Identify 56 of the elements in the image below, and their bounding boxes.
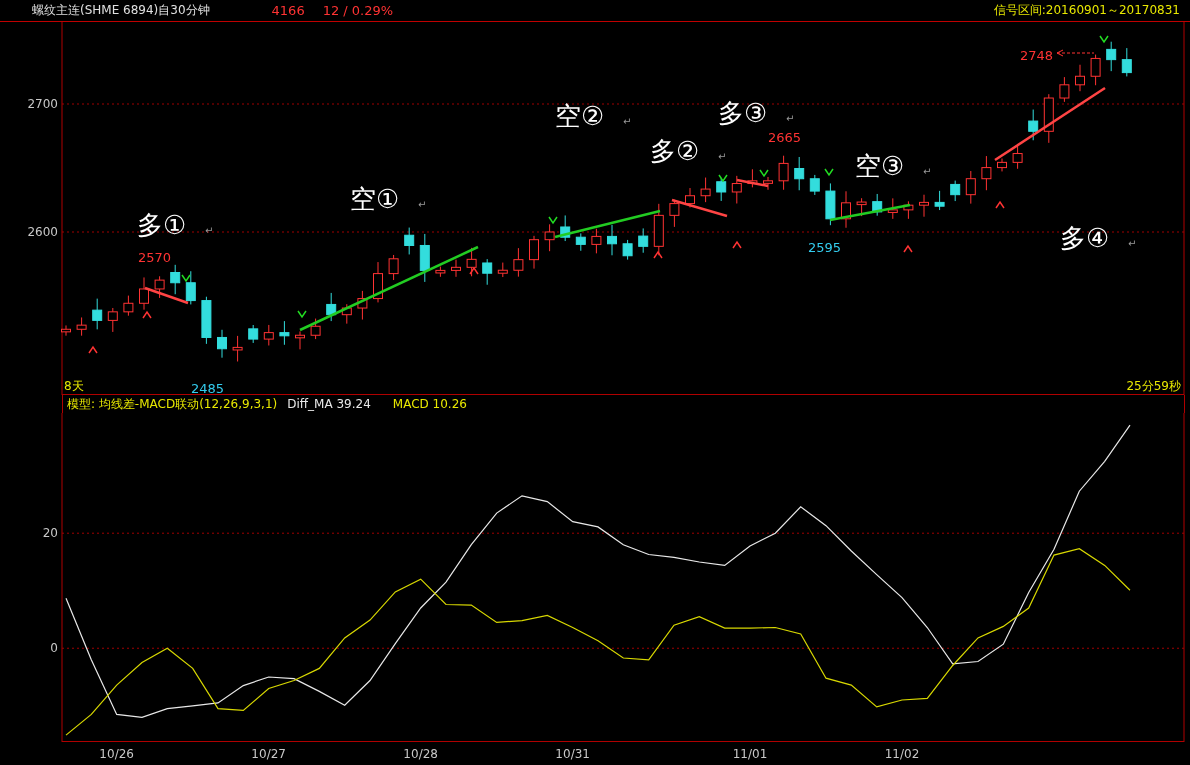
- last-price: 4166: [271, 3, 305, 18]
- caret-down-icon: [548, 216, 558, 225]
- return-mark: ↵: [718, 151, 727, 162]
- countdown-label: 25分59秒: [1126, 379, 1181, 393]
- signal-label: 多③: [718, 98, 768, 128]
- period-label: 8天: [64, 379, 84, 393]
- diff-ma-value: Diff_MA 39.24: [287, 397, 371, 411]
- caret-up-icon: [732, 240, 742, 249]
- caret-up-icon: [88, 345, 98, 354]
- signal-label: 多④: [1060, 223, 1110, 253]
- caret-down-icon: [1099, 35, 1109, 44]
- caret-down-icon: [718, 174, 728, 183]
- caret-down-icon: [297, 310, 307, 319]
- caret-down-icon: [181, 274, 191, 283]
- dashed-arrow: [1056, 49, 1095, 57]
- caret-up-icon: [995, 200, 1005, 209]
- caret-down-icon: [759, 169, 769, 178]
- price-label: 2748: [1020, 48, 1054, 63]
- trend-line: [144, 286, 189, 305]
- caret-up-icon: [469, 266, 479, 275]
- price-label: 2485: [191, 381, 225, 395]
- price-axis-label: 2700: [27, 97, 58, 111]
- return-mark: ↵: [205, 225, 214, 236]
- date-axis-label: 11/01: [732, 747, 768, 761]
- return-mark: ↵: [418, 199, 427, 210]
- price-label: 2595: [808, 240, 842, 255]
- indicator-axis-label: 0: [50, 641, 58, 656]
- trend-line: [671, 198, 728, 218]
- date-axis-label: 10/27: [251, 747, 286, 761]
- signal-label: 多②: [650, 136, 700, 166]
- return-mark: ↵: [1128, 238, 1137, 249]
- return-mark: ↵: [923, 166, 932, 177]
- macd-value: MACD 10.26: [392, 397, 467, 411]
- signal-label: 多①: [137, 210, 187, 240]
- caret-up-icon: [653, 250, 663, 259]
- signal-label: 空②: [555, 101, 605, 131]
- caret-up-icon: [142, 310, 152, 319]
- indicator-model: 模型: 均线差-MACD联动(12,26,9,3,1): [67, 395, 278, 413]
- caret-down-icon: [824, 168, 834, 177]
- signal-label: 空③: [855, 151, 905, 181]
- date-axis-label: 10/28: [403, 747, 438, 761]
- signal-label: 空①: [350, 184, 400, 214]
- price-axis-label: 2600: [27, 225, 58, 239]
- signal-range: 信号区间:20160901～20170831: [993, 2, 1180, 19]
- price-label: 2665: [768, 130, 802, 145]
- chart-title: 螺纹主连(SHME 6894)自30分钟: [32, 2, 210, 19]
- price-change: 12 / 0.29%: [322, 3, 394, 18]
- price-label: 2570: [138, 250, 172, 265]
- date-axis-label: 11/02: [884, 747, 920, 761]
- indicator-axis-label: 20: [42, 526, 58, 541]
- return-mark: ↵: [786, 113, 795, 124]
- return-mark: ↵: [623, 116, 632, 127]
- caret-up-icon: [903, 244, 913, 253]
- date-axis-label: 10/31: [555, 747, 590, 761]
- date-axis-label: 10/26: [99, 747, 134, 761]
- trend-line: [736, 178, 769, 188]
